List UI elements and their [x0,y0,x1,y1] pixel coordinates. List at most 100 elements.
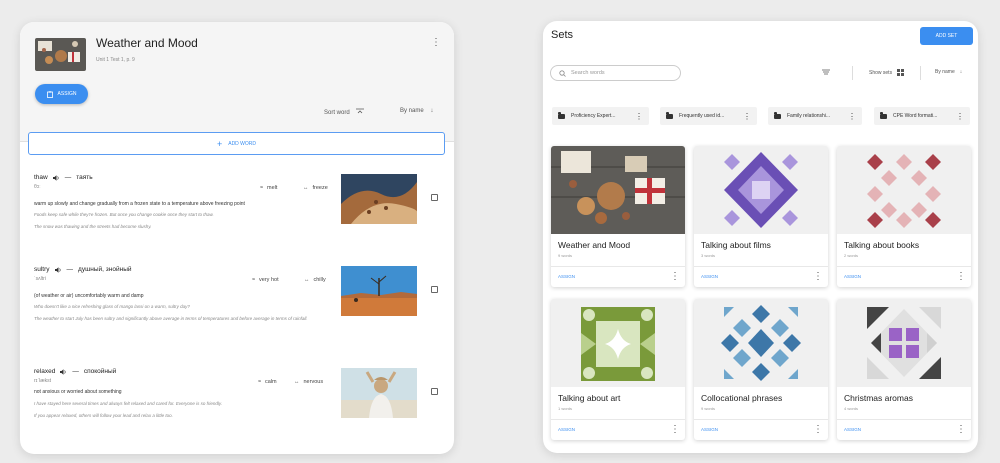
set-card[interactable]: Talking about films 3 words ASSIGN ⋮ [694,146,828,287]
word-example: The weather to start July has been sultr… [34,316,308,321]
word-row: sultry — душный, знойный [34,266,132,273]
word-definition: (of weather or air) uncomfortably warm a… [34,293,144,299]
sort-by-name-toggle[interactable]: By name ↓ [935,69,962,75]
more-options-icon[interactable]: ⋮ [848,112,856,121]
set-title: Weather and Mood [96,36,198,50]
word-example: Who doesn't like a nice refreshing glass… [34,304,190,309]
more-options-icon[interactable]: ⋮ [635,112,643,121]
set-header: Weather and Mood Unit 1 Test 1, p. 9 ⋮ A… [20,22,454,142]
antonym-text: chilly [313,277,326,283]
speaker-icon[interactable] [52,174,60,181]
select-checkbox[interactable] [431,194,438,201]
more-options-icon[interactable]: ⋮ [743,112,751,121]
add-word-label: ADD WORD [228,140,257,147]
assign-link[interactable]: ASSIGN [844,427,861,432]
word-entry: thaw — таять θɔː ≈ melt ↔ freeze warm up… [20,174,454,260]
set-card-image [551,299,685,387]
word-entry: relaxed — спокойный rɪˈlækst ≈ calm ↔ ne… [20,368,454,454]
folder-icon [774,112,781,119]
assign-link[interactable]: ASSIGN [558,274,575,279]
synonym-text: calm [265,379,277,385]
search-icon [559,69,566,77]
page-title: Sets [551,29,574,41]
set-card[interactable]: Talking about books 2 words ASSIGN ⋮ [837,146,971,287]
folder-chip[interactable]: Family relationshi... ⋮ [768,107,862,125]
search-input[interactable]: Search words [550,65,681,81]
antonym: ↔ freeze [303,185,328,191]
more-options-icon[interactable]: ⋮ [813,425,823,435]
set-card[interactable]: Collocational phrases 9 words ASSIGN ⋮ [694,299,828,440]
word-image [341,266,417,316]
dash-separator: — [66,266,74,273]
divider [694,419,828,420]
add-set-button[interactable]: ADD SET [920,27,973,45]
set-card-image [694,299,828,387]
antonym-icon: ↔ [304,277,310,283]
set-card-title: Weather and Mood [558,240,631,250]
assign-link[interactable]: ASSIGN [558,427,575,432]
by-name-label: By name [400,108,424,114]
select-checkbox[interactable] [431,388,438,395]
folder-chip[interactable]: Proficiency Expert... ⋮ [552,107,649,125]
folder-label: CPE Word formati... [893,113,938,119]
divider [694,266,828,267]
word-definition: not anxious or worried about something [34,389,122,395]
filter-icon[interactable] [822,69,830,75]
divider [920,66,921,80]
add-word-button[interactable]: + ADD WORD [28,132,445,155]
sort-icon [356,108,365,114]
word-translation: душный, знойный [78,266,132,273]
word-set-detail-panel: Weather and Mood Unit 1 Test 1, p. 9 ⋮ A… [20,22,454,454]
antonym-text: freeze [312,185,328,191]
set-card-image [551,146,685,234]
word-text: sultry [34,266,50,273]
set-card-count: 9 words [701,406,716,411]
more-options-icon[interactable]: ⋮ [813,272,823,282]
folder-icon [880,112,887,119]
clipboard-icon [46,90,53,98]
more-options-icon[interactable]: ⋮ [431,38,441,48]
divider [551,266,685,267]
sort-by-name-toggle[interactable]: By name ↓ [400,108,433,114]
divider [551,419,685,420]
set-card-title: Christmas aromas [844,393,913,403]
select-checkbox[interactable] [431,286,438,293]
assign-link[interactable]: ASSIGN [701,427,718,432]
word-example: The snow was thawing and the streets had… [34,224,152,229]
grid-view-icon [897,69,905,76]
word-row: relaxed — спокойный [34,368,116,375]
synonym-icon: ≈ [258,379,262,385]
by-name-label: By name [935,69,955,75]
show-sets-toggle[interactable]: Show sets [869,69,905,76]
set-card-title: Collocational phrases [701,393,783,403]
speaker-icon[interactable] [60,368,67,375]
folder-label: Frequently used id... [679,113,725,119]
assign-button[interactable]: ASSIGN [35,84,88,104]
set-card-image [837,299,971,387]
assign-link[interactable]: ASSIGN [701,274,718,279]
assign-link[interactable]: ASSIGN [844,274,861,279]
word-image [341,368,417,418]
more-options-icon[interactable]: ⋮ [670,272,680,282]
folder-chip[interactable]: CPE Word formati... ⋮ [874,107,970,125]
word-example: If you appear relaxed, others will follo… [34,413,173,418]
more-options-icon[interactable]: ⋮ [956,272,966,282]
set-card-count: 4 words [844,406,859,411]
speaker-icon[interactable] [54,266,62,273]
sort-word-toggle[interactable]: Sort word [324,108,365,116]
set-card[interactable]: Christmas aromas 4 words ASSIGN ⋮ [837,299,971,440]
more-options-icon[interactable]: ⋮ [956,425,966,435]
set-card[interactable]: Talking about art 1 words ASSIGN ⋮ [551,299,685,440]
more-options-icon[interactable]: ⋮ [956,112,964,121]
word-text: thaw [34,174,48,181]
more-options-icon[interactable]: ⋮ [670,425,680,435]
word-translation: спокойный [83,368,117,375]
set-card-title: Talking about art [558,393,621,403]
set-card[interactable]: Weather and Mood 9 words ASSIGN ⋮ [551,146,685,287]
folder-chip[interactable]: Frequently used id... ⋮ [660,107,757,125]
antonym-icon: ↔ [303,185,309,191]
word-definition: warm up slowly and change gradually from… [34,201,245,207]
word-transcription: θɔː [34,184,41,190]
folder-icon [558,112,565,119]
antonym-icon: ↔ [294,379,300,385]
